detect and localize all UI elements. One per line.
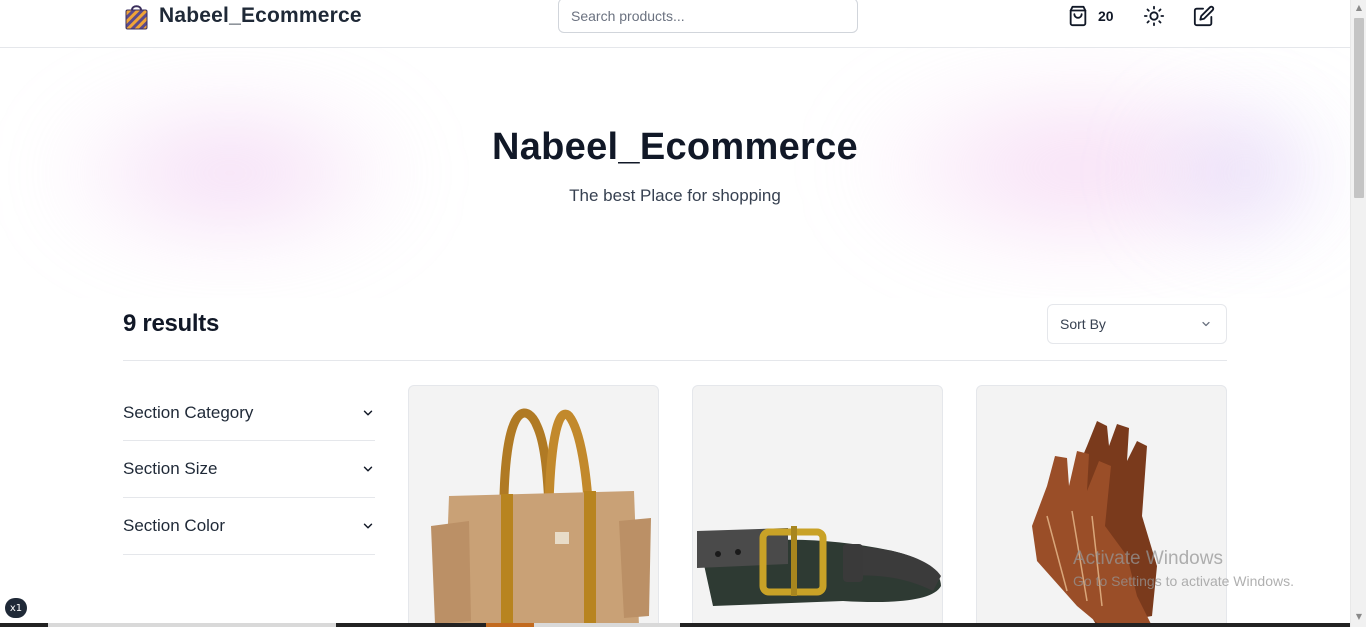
page-scrollbar[interactable]: ▲ ▼ (1350, 0, 1366, 627)
scroll-down-arrow-icon[interactable]: ▼ (1355, 613, 1363, 621)
edit-icon (1193, 5, 1215, 27)
shopping-bag-logo-icon (125, 5, 148, 30)
filter-label: Section Category (123, 402, 254, 422)
sun-icon (1143, 5, 1165, 27)
product-card[interactable] (408, 385, 659, 627)
watermark-title: Activate Windows (1073, 548, 1223, 569)
filter-section-category[interactable]: Section Category (123, 385, 375, 441)
hero-section: Nabeel_Ecommerce The best Place for shop… (0, 48, 1350, 298)
sort-dropdown[interactable]: Sort By (1047, 304, 1227, 344)
product-card[interactable] (976, 385, 1227, 627)
watermark-subtitle: Go to Settings to activate Windows. (1073, 573, 1294, 589)
cart-button[interactable]: 20 (1067, 4, 1114, 28)
filter-sidebar: Section Category Section Size Section Co… (123, 385, 375, 555)
tote-bag-image (431, 408, 651, 627)
leather-belt-image (697, 526, 941, 606)
windows-activation-watermark: Activate Windows Go to Settings to activ… (1073, 548, 1294, 589)
results-count: 9 results (123, 310, 220, 337)
hero-subtitle: The best Place for shopping (569, 186, 781, 205)
strip-segment (48, 623, 336, 627)
hero-blob-far-right (1140, 98, 1350, 248)
chevron-down-icon (363, 523, 373, 529)
edit-button[interactable] (1192, 4, 1216, 28)
product-card[interactable] (692, 385, 943, 627)
filter-section-color[interactable]: Section Color (123, 498, 375, 555)
leather-gloves-image (1032, 421, 1157, 627)
chevron-down-icon (1202, 321, 1210, 327)
brand-link[interactable]: Nabeel_Ecommerce (123, 1, 362, 31)
cart-count: 20 (1098, 8, 1114, 24)
scroll-up-arrow-icon[interactable]: ▲ (1355, 4, 1363, 12)
hero-blob-left (40, 88, 420, 258)
sort-label: Sort By (1060, 316, 1106, 332)
chevron-down-icon (363, 466, 373, 472)
zoom-badge[interactable]: x1 (5, 598, 27, 618)
filter-label: Section Color (123, 516, 226, 535)
shopping-bag-icon (1069, 5, 1087, 27)
bottom-strip (0, 623, 1350, 627)
brand-name: Nabeel_Ecommerce (159, 4, 362, 27)
strip-segment (486, 623, 534, 627)
strip-segment (534, 623, 680, 627)
theme-toggle-button[interactable] (1142, 4, 1166, 28)
top-navbar: Nabeel_Ecommerce 20 (0, 0, 1350, 48)
scroll-thumb[interactable] (1354, 18, 1364, 198)
search-input[interactable] (558, 0, 858, 33)
results-divider (123, 360, 1227, 361)
hero-title: Nabeel_Ecommerce (491, 126, 858, 168)
filter-label: Section Size (123, 459, 218, 478)
chevron-down-icon (363, 410, 373, 415)
filter-section-size[interactable]: Section Size (123, 441, 375, 498)
